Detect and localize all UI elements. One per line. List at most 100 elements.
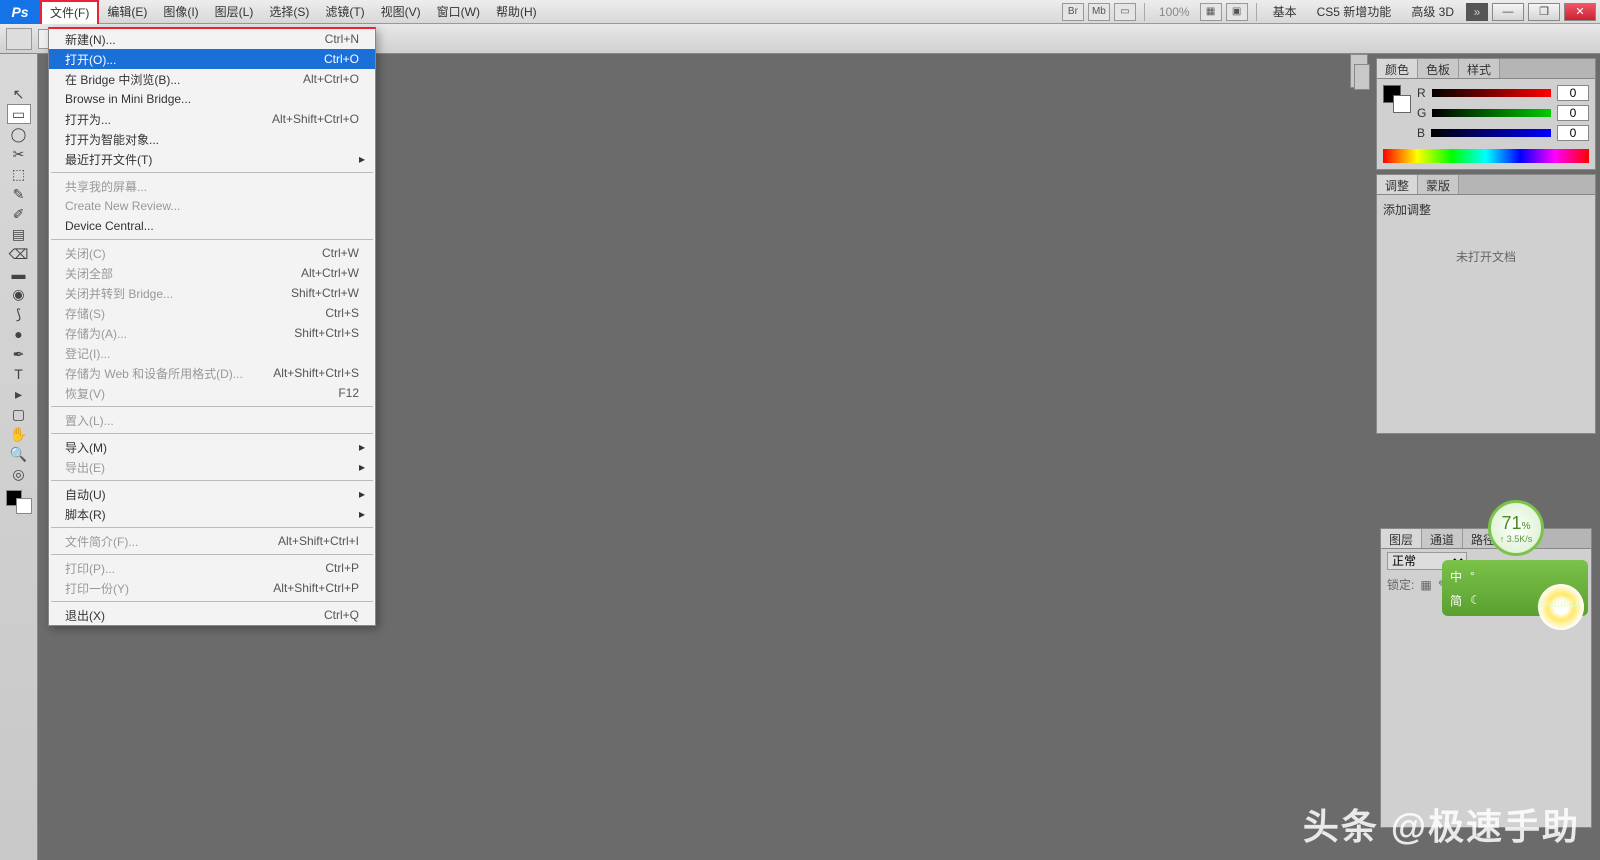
menu-item[interactable]: 打开为...Alt+Shift+Ctrl+O bbox=[49, 109, 375, 129]
bridge-icon[interactable]: Br bbox=[1062, 3, 1084, 21]
tool-5[interactable]: ✎ bbox=[7, 184, 31, 204]
screen-icon[interactable]: ▣ bbox=[1226, 3, 1248, 21]
tool-18[interactable]: 🔍 bbox=[7, 444, 31, 464]
value-g[interactable] bbox=[1557, 105, 1589, 121]
panel-color-swatch[interactable] bbox=[1383, 85, 1411, 113]
tool-10[interactable]: ◉ bbox=[7, 284, 31, 304]
menu-item: 关闭全部Alt+Ctrl+W bbox=[49, 263, 375, 283]
system-widget[interactable]: 71% ↑ 3.5K/s 中° 简☾ Beautiful bbox=[1438, 540, 1588, 660]
menu-item: 共享我的屏幕... bbox=[49, 176, 375, 196]
workspace-cs5[interactable]: CS5 新增功能 bbox=[1309, 1, 1400, 22]
tool-11[interactable]: ⟆ bbox=[7, 304, 31, 324]
workspace-3d[interactable]: 高级 3D bbox=[1403, 1, 1462, 22]
tool-0[interactable]: ↖ bbox=[7, 84, 31, 104]
tab-styles[interactable]: 样式 bbox=[1459, 59, 1500, 78]
tool-14[interactable]: T bbox=[7, 364, 31, 384]
color-swatch[interactable] bbox=[6, 490, 32, 514]
menu-item: Create New Review... bbox=[49, 196, 375, 216]
workspace-more[interactable]: » bbox=[1466, 3, 1488, 21]
color-panel: 颜色 色板 样式 RGB bbox=[1376, 58, 1596, 170]
tool-1[interactable]: ▭ bbox=[7, 104, 31, 124]
adjust-empty-text: 未打开文档 bbox=[1383, 218, 1589, 295]
menu-item[interactable]: 脚本(R)▸ bbox=[49, 504, 375, 524]
tab-swatches[interactable]: 色板 bbox=[1418, 59, 1459, 78]
tool-7[interactable]: ▤ bbox=[7, 224, 31, 244]
lock-transparent-icon[interactable]: ▦ bbox=[1420, 578, 1431, 592]
menu-3[interactable]: 图层(L) bbox=[207, 0, 262, 24]
widget-ime-bar[interactable]: 中° 简☾ Beautiful bbox=[1442, 560, 1588, 616]
dock-collapse[interactable] bbox=[1354, 64, 1370, 90]
file-menu-dropdown: 新建(N)...Ctrl+N打开(O)...Ctrl+O在 Bridge 中浏览… bbox=[48, 27, 376, 626]
menubar: Ps 文件(F)编辑(E)图像(I)图层(L)选择(S)滤镜(T)视图(V)窗口… bbox=[0, 0, 1600, 24]
tool-8[interactable]: ⌫ bbox=[7, 244, 31, 264]
tool-9[interactable]: ▬ bbox=[7, 264, 31, 284]
tool-6[interactable]: ✐ bbox=[7, 204, 31, 224]
menu-1[interactable]: 编辑(E) bbox=[99, 0, 155, 24]
tool-4[interactable]: ⬚ bbox=[7, 164, 31, 184]
menu-item[interactable]: 新建(N)...Ctrl+N bbox=[49, 29, 375, 49]
screen-mode-icon[interactable]: ▭ bbox=[1114, 3, 1136, 21]
menu-item[interactable]: 自动(U)▸ bbox=[49, 484, 375, 504]
tool-15[interactable]: ▸ bbox=[7, 384, 31, 404]
widget-gauge: 71% ↑ 3.5K/s bbox=[1488, 500, 1544, 556]
arrange-icon[interactable]: ▦ bbox=[1200, 3, 1222, 21]
tool-3[interactable]: ✂ bbox=[7, 144, 31, 164]
menu-item[interactable]: 打开为智能对象... bbox=[49, 129, 375, 149]
menu-item[interactable]: 最近打开文件(T)▸ bbox=[49, 149, 375, 169]
menu-item: 关闭(C)Ctrl+W bbox=[49, 243, 375, 263]
app-logo: Ps bbox=[0, 0, 40, 24]
tool-16[interactable]: ▢ bbox=[7, 404, 31, 424]
menu-item: 恢复(V)F12 bbox=[49, 383, 375, 403]
tab-color[interactable]: 颜色 bbox=[1377, 59, 1418, 78]
menu-item: 存储为 Web 和设备所用格式(D)...Alt+Shift+Ctrl+S bbox=[49, 363, 375, 383]
menu-item: 存储为(A)...Shift+Ctrl+S bbox=[49, 323, 375, 343]
tool-2[interactable]: ◯ bbox=[7, 124, 31, 144]
menu-5[interactable]: 滤镜(T) bbox=[317, 0, 372, 24]
menu-6[interactable]: 视图(V) bbox=[373, 0, 429, 24]
menu-7[interactable]: 窗口(W) bbox=[429, 0, 488, 24]
watermark: 头条 @极速手助 bbox=[1303, 798, 1580, 850]
window-restore[interactable]: ❐ bbox=[1528, 3, 1560, 21]
value-b[interactable] bbox=[1557, 125, 1589, 141]
slider-r[interactable] bbox=[1432, 89, 1551, 97]
adjust-heading: 添加调整 bbox=[1383, 201, 1589, 218]
tab-masks[interactable]: 蒙版 bbox=[1418, 175, 1459, 194]
menu-2[interactable]: 图像(I) bbox=[155, 0, 206, 24]
color-channel-r: R bbox=[1417, 85, 1589, 101]
workspace-basic[interactable]: 基本 bbox=[1265, 1, 1305, 22]
menu-item[interactable]: Browse in Mini Bridge... bbox=[49, 89, 375, 109]
window-close[interactable]: ✕ bbox=[1564, 3, 1596, 21]
tool-17[interactable]: ✋ bbox=[7, 424, 31, 444]
tool-19[interactable]: ◎ bbox=[7, 464, 31, 484]
current-tool-icon[interactable] bbox=[6, 28, 32, 50]
ime-punct-icon[interactable]: ° bbox=[1470, 569, 1475, 583]
zoom-level[interactable]: 100% bbox=[1153, 5, 1196, 19]
tool-13[interactable]: ✒ bbox=[7, 344, 31, 364]
tab-adjustments[interactable]: 调整 bbox=[1377, 175, 1418, 194]
color-channel-g: G bbox=[1417, 105, 1589, 121]
tool-12[interactable]: ● bbox=[7, 324, 31, 344]
widget-percent: 71 bbox=[1502, 513, 1522, 533]
moon-icon[interactable]: ☾ bbox=[1470, 593, 1481, 607]
window-minimize[interactable]: — bbox=[1492, 3, 1524, 21]
slider-b[interactable] bbox=[1431, 129, 1551, 137]
tab-layers[interactable]: 图层 bbox=[1381, 529, 1422, 548]
slider-g[interactable] bbox=[1432, 109, 1551, 117]
right-dock: 颜色 色板 样式 RGB 调整 蒙版 添加调整 未打开文档 图层 通道 路径 bbox=[1372, 54, 1600, 860]
minibridge-icon[interactable]: Mb bbox=[1088, 3, 1110, 21]
menu-item[interactable]: Device Central... bbox=[49, 216, 375, 236]
color-spectrum[interactable] bbox=[1383, 149, 1589, 163]
ime-lang[interactable]: 中 bbox=[1450, 568, 1462, 585]
menu-0[interactable]: 文件(F) bbox=[40, 0, 99, 24]
menu-item[interactable]: 导入(M)▸ bbox=[49, 437, 375, 457]
menu-item[interactable]: 退出(X)Ctrl+Q bbox=[49, 605, 375, 625]
menu-8[interactable]: 帮助(H) bbox=[488, 0, 545, 24]
menu-item: 打印一份(Y)Alt+Shift+Ctrl+P bbox=[49, 578, 375, 598]
menu-item: 存储(S)Ctrl+S bbox=[49, 303, 375, 323]
widget-speed: ↑ 3.5K/s bbox=[1500, 534, 1533, 544]
ime-mode[interactable]: 简 bbox=[1450, 592, 1462, 609]
menu-4[interactable]: 选择(S) bbox=[261, 0, 317, 24]
menu-item[interactable]: 在 Bridge 中浏览(B)...Alt+Ctrl+O bbox=[49, 69, 375, 89]
menu-item[interactable]: 打开(O)...Ctrl+O bbox=[49, 49, 375, 69]
value-r[interactable] bbox=[1557, 85, 1589, 101]
